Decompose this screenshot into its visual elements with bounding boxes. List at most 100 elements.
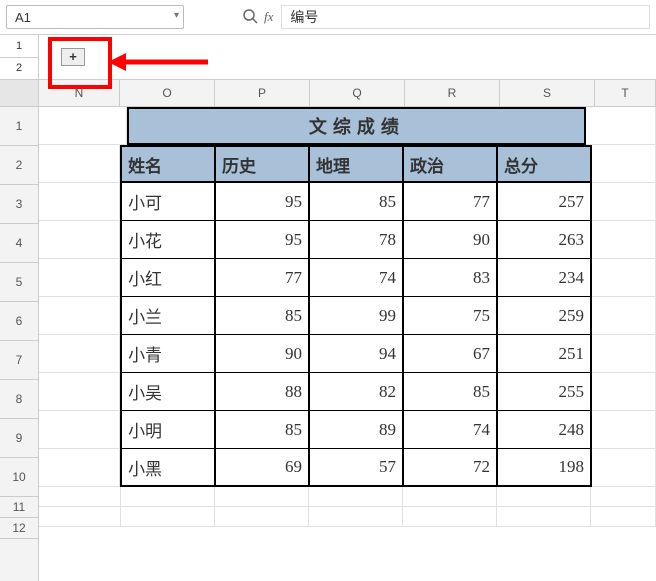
cell[interactable]	[497, 487, 591, 507]
cell[interactable]	[592, 411, 656, 449]
cell-score[interactable]: 69	[215, 449, 309, 487]
cell[interactable]	[39, 487, 121, 507]
cell-score[interactable]: 57	[309, 449, 403, 487]
cell[interactable]	[497, 507, 591, 527]
col-header[interactable]: O	[120, 80, 215, 106]
cell-score[interactable]: 77	[403, 183, 497, 221]
cell-score[interactable]: 83	[403, 259, 497, 297]
cell[interactable]	[39, 221, 120, 259]
col-header[interactable]: T	[595, 80, 656, 106]
cell[interactable]	[39, 145, 120, 183]
cell[interactable]	[309, 507, 403, 527]
col-header[interactable]: N	[39, 80, 120, 106]
col-header[interactable]: S	[500, 80, 595, 106]
cell-score[interactable]: 88	[215, 373, 309, 411]
cell-score[interactable]: 85	[309, 183, 403, 221]
select-all-corner[interactable]	[0, 80, 38, 107]
cell-name[interactable]: 小红	[120, 259, 215, 297]
cell-score[interactable]: 72	[403, 449, 497, 487]
col-header[interactable]: Q	[310, 80, 405, 106]
cell[interactable]	[592, 221, 656, 259]
cell-total[interactable]: 251	[497, 335, 592, 373]
cell-name[interactable]: 小可	[120, 183, 215, 221]
table-header[interactable]: 姓名	[120, 145, 215, 183]
cell-score[interactable]: 90	[403, 221, 497, 259]
name-box[interactable]: A1 ▾	[6, 5, 184, 29]
cell-score[interactable]: 74	[403, 411, 497, 449]
cell[interactable]	[309, 487, 403, 507]
cell-total[interactable]: 248	[497, 411, 592, 449]
col-header[interactable]: R	[405, 80, 500, 106]
cell-score[interactable]: 95	[215, 221, 309, 259]
cell-score[interactable]: 75	[403, 297, 497, 335]
row-header[interactable]: 10	[0, 458, 38, 497]
cell-score[interactable]: 77	[215, 259, 309, 297]
cell[interactable]	[403, 507, 497, 527]
row-header[interactable]: 2	[0, 146, 38, 185]
cell[interactable]	[592, 373, 656, 411]
cell-score[interactable]: 74	[309, 259, 403, 297]
outline-level-1[interactable]: 1	[0, 35, 38, 58]
row-header[interactable]: 12	[0, 518, 38, 539]
table-header[interactable]: 地理	[309, 145, 403, 183]
cell[interactable]	[39, 449, 120, 487]
cell[interactable]	[39, 411, 120, 449]
table-title[interactable]: 文综成绩	[127, 107, 586, 145]
cell-total[interactable]: 198	[497, 449, 592, 487]
cell-name[interactable]: 小兰	[120, 297, 215, 335]
cell-name[interactable]: 小花	[120, 221, 215, 259]
cell-name[interactable]: 小明	[120, 411, 215, 449]
row-header[interactable]: 11	[0, 497, 38, 518]
cell[interactable]	[121, 507, 215, 527]
cell-score[interactable]: 85	[403, 373, 497, 411]
cell[interactable]	[591, 507, 656, 527]
cell-score[interactable]: 89	[309, 411, 403, 449]
row-header[interactable]: 9	[0, 419, 38, 458]
table-header[interactable]: 历史	[215, 145, 309, 183]
cell[interactable]	[403, 487, 497, 507]
cell-score[interactable]: 94	[309, 335, 403, 373]
cell-score[interactable]: 99	[309, 297, 403, 335]
cell-score[interactable]: 78	[309, 221, 403, 259]
cell[interactable]	[39, 373, 120, 411]
row-header[interactable]: 4	[0, 224, 38, 263]
row-header[interactable]: 8	[0, 380, 38, 419]
cell-score[interactable]: 82	[309, 373, 403, 411]
cell[interactable]	[592, 335, 656, 373]
cell-total[interactable]: 263	[497, 221, 592, 259]
cell-score[interactable]: 95	[215, 183, 309, 221]
cell[interactable]	[592, 449, 656, 487]
outline-expand-button[interactable]: +	[61, 48, 85, 66]
cell-total[interactable]: 257	[497, 183, 592, 221]
cell-score[interactable]: 67	[403, 335, 497, 373]
row-header[interactable]: 6	[0, 302, 38, 341]
cell[interactable]	[591, 487, 656, 507]
outline-level-2[interactable]: 2	[0, 58, 38, 80]
cell[interactable]	[39, 259, 120, 297]
table-header[interactable]: 总分	[497, 145, 592, 183]
row-header[interactable]: 7	[0, 341, 38, 380]
cell[interactable]	[586, 107, 656, 145]
cell[interactable]	[39, 107, 127, 145]
cell-name[interactable]: 小青	[120, 335, 215, 373]
formula-input[interactable]: 编号	[281, 5, 650, 29]
cell-total[interactable]: 259	[497, 297, 592, 335]
cell[interactable]	[39, 507, 121, 527]
cell[interactable]	[592, 145, 656, 183]
chevron-down-icon[interactable]: ▾	[174, 10, 179, 21]
fx-icon[interactable]: fx	[264, 9, 273, 25]
cell-score[interactable]: 85	[215, 297, 309, 335]
cell-name[interactable]: 小黑	[120, 449, 215, 487]
cell[interactable]	[215, 507, 309, 527]
cell[interactable]	[39, 183, 120, 221]
cell[interactable]	[592, 297, 656, 335]
cell[interactable]	[121, 487, 215, 507]
cell-score[interactable]: 85	[215, 411, 309, 449]
cell[interactable]	[39, 297, 120, 335]
cell[interactable]	[592, 259, 656, 297]
cell[interactable]	[39, 335, 120, 373]
sheet-body[interactable]: 文综成绩 姓名 历史 地理 政治 总分 小可 95 85 77 257	[39, 107, 656, 527]
cell-total[interactable]: 255	[497, 373, 592, 411]
cell[interactable]	[592, 183, 656, 221]
cell-name[interactable]: 小吴	[120, 373, 215, 411]
